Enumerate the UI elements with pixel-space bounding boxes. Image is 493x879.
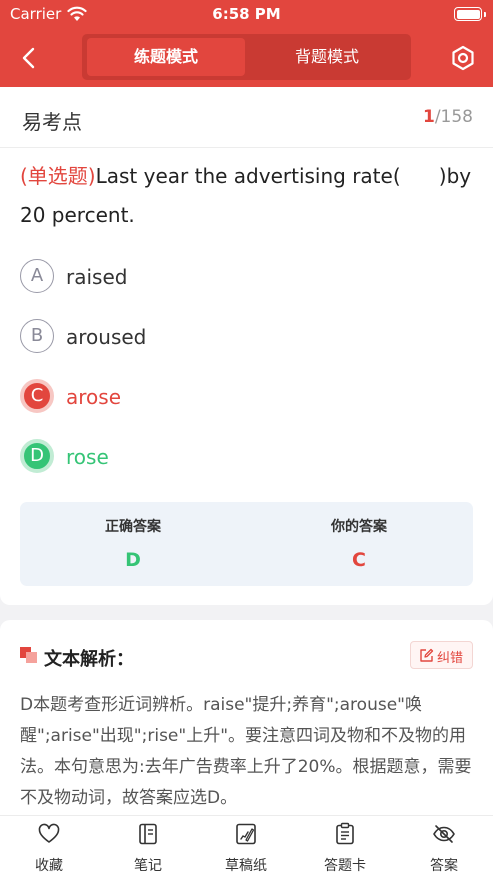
bottom-toolbar: 收藏 笔记 草稿纸 答题卡 答案 — [0, 815, 493, 879]
your-answer-col: 你的答案 C — [246, 516, 472, 571]
tab-label: 答案 — [430, 858, 458, 874]
tab-memorize-mode[interactable]: 背题模式 — [248, 38, 406, 76]
page-title: 易考点 — [22, 110, 82, 134]
option-text: arose — [66, 385, 121, 409]
mode-switch: 练题模式 背题模式 — [82, 34, 411, 80]
option-c[interactable]: C arose — [20, 379, 460, 415]
status-bar: Carrier 6:58 PM — [0, 0, 493, 30]
battery-icon — [454, 7, 482, 21]
option-text: aroused — [66, 325, 147, 349]
question-counter: 1/158 — [395, 107, 473, 127]
option-text: raised — [66, 265, 128, 289]
tab-label: 草稿纸 — [225, 858, 267, 874]
edit-icon — [420, 648, 434, 662]
draft-paper-icon — [236, 823, 256, 845]
notebook-icon — [139, 823, 157, 845]
clock: 6:58 PM — [212, 5, 281, 23]
heart-icon — [38, 823, 60, 843]
tab-answer-sheet[interactable]: 答题卡 — [296, 816, 394, 879]
your-answer-value: C — [352, 549, 366, 571]
tab-practice-mode[interactable]: 练题模式 — [87, 38, 245, 76]
tab-notes[interactable]: 笔记 — [99, 816, 197, 879]
report-error-label: 纠错 — [437, 651, 464, 666]
divider — [0, 147, 493, 148]
answer-summary: 正确答案 D 你的答案 C — [20, 502, 473, 586]
question-type-label: (单选题) — [20, 164, 96, 188]
option-letter: A — [20, 259, 54, 293]
option-a[interactable]: A raised — [20, 259, 460, 295]
option-letter: C — [20, 379, 54, 413]
eye-off-icon — [433, 825, 455, 843]
tab-favorite[interactable]: 收藏 — [0, 816, 98, 879]
analysis-section-icon — [20, 647, 37, 663]
correct-answer-value: D — [125, 549, 141, 571]
tab-label: 收藏 — [35, 858, 63, 874]
question-text: (单选题)Last year the advertising rate( )by… — [20, 157, 475, 235]
analysis-title: 文本解析： — [44, 649, 134, 670]
option-d[interactable]: D rose — [20, 439, 460, 475]
tab-label: 答题卡 — [324, 858, 366, 874]
analysis-body: D本题考查形近词辨析。raise"提升;养育";arouse"唤醒";arise… — [20, 695, 472, 808]
current-index: 1 — [422, 107, 435, 127]
option-text: rose — [66, 445, 109, 469]
report-error-button[interactable]: 纠错 — [410, 641, 473, 669]
answer-sheet-icon — [336, 822, 354, 845]
option-letter: B — [20, 319, 54, 353]
correct-answer-label: 正确答案 — [105, 519, 161, 535]
option-letter: D — [20, 439, 54, 473]
tab-label: 笔记 — [134, 858, 162, 874]
tab-draft[interactable]: 草稿纸 — [197, 816, 295, 879]
battery-tip — [484, 12, 486, 17]
correct-answer-col: 正确答案 D — [20, 516, 246, 571]
total-count: /158 — [434, 107, 473, 127]
your-answer-label: 你的答案 — [331, 519, 387, 535]
settings-icon[interactable] — [448, 43, 478, 73]
tab-show-answer[interactable]: 答案 — [395, 816, 493, 879]
option-b[interactable]: B aroused — [20, 319, 460, 355]
back-button[interactable] — [14, 43, 44, 73]
